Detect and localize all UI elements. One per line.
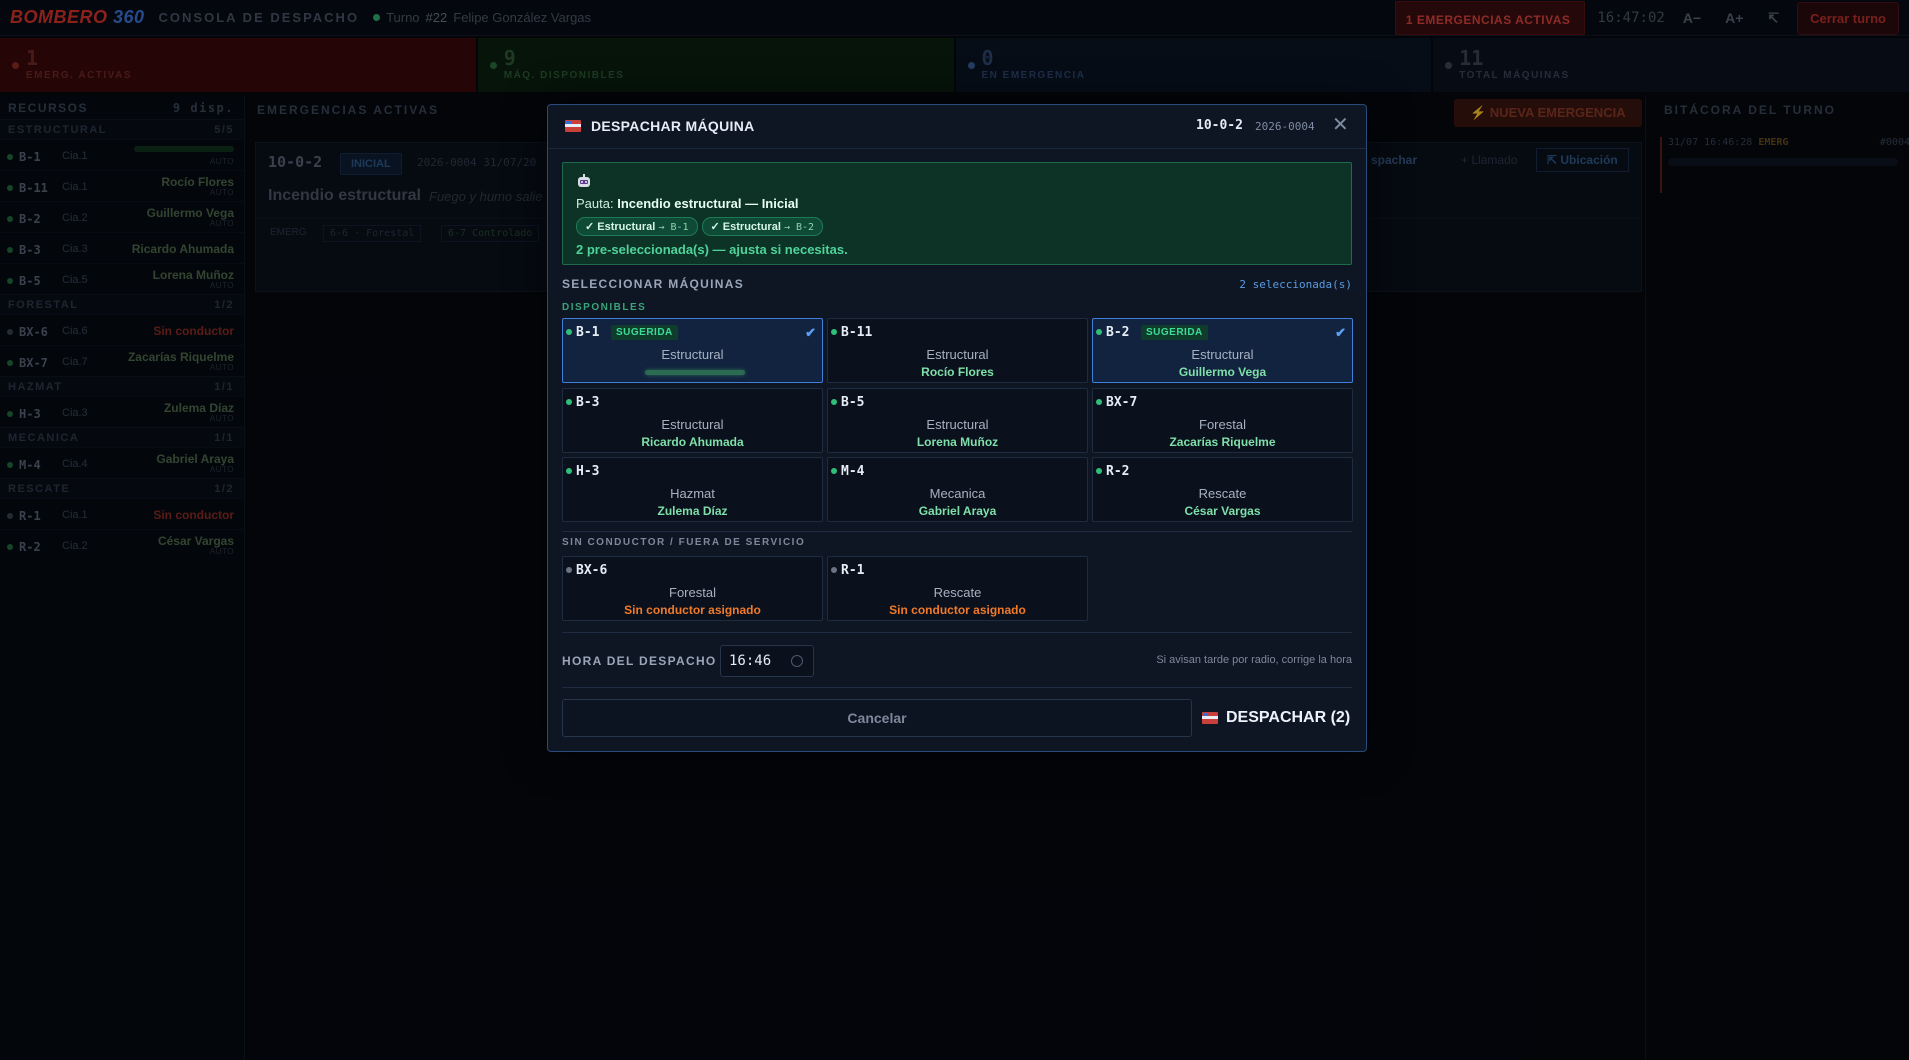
machine-card[interactable]: R-2 Rescate César Vargas [1092, 457, 1353, 522]
dispatch-modal: DESPACHAR MÁQUINA 10-0-2 2026-0004 ✕ Pau… [547, 104, 1367, 752]
fire-truck-icon [1202, 712, 1218, 724]
cancel-button[interactable]: Cancelar [562, 699, 1192, 737]
dispatch-submit-button[interactable]: DESPACHAR (2) [1202, 699, 1354, 737]
modal-emergency-code: 10-0-2 [1196, 118, 1243, 133]
check-icon: ✔ [805, 325, 816, 340]
machine-card[interactable]: H-3 Hazmat Zulema Díaz [562, 457, 823, 522]
machine-card-unavailable: R-1 Rescate Sin conductor asignado [827, 556, 1088, 621]
protocol-line: Pauta: Incendio estructural — Inicial [576, 196, 799, 211]
suggested-badge: SUGERIDA [1141, 325, 1208, 340]
modal-title: DESPACHAR MÁQUINA [591, 118, 755, 134]
divider [562, 531, 1352, 532]
machine-card[interactable]: B-2 SUGERIDA ✔ Estructural Guillermo Vega [1092, 318, 1353, 383]
clock-icon[interactable] [791, 655, 803, 667]
dispatch-time-input[interactable]: 16:46 [720, 645, 814, 677]
selected-count: 2 seleccionada(s) [1239, 278, 1352, 291]
robot-icon [578, 174, 590, 187]
check-icon: ✔ [1335, 325, 1346, 340]
modal-folio: 2026-0004 [1255, 120, 1315, 133]
protocol-chip: ✓ Estructural → B-2 [701, 217, 824, 236]
machine-card[interactable]: B-3 Estructural Ricardo Ahumada [562, 388, 823, 453]
divider [562, 632, 1352, 633]
divider [562, 687, 1352, 688]
preselection-note: 2 pre-seleccionada(s) — ajusta si necesi… [576, 242, 848, 257]
close-icon[interactable]: ✕ [1332, 115, 1349, 135]
protocol-chips: ✓ Estructural → B-1 ✓ Estructural → B-2 [576, 217, 824, 236]
machine-card[interactable]: B-11 Estructural Rocío Flores [827, 318, 1088, 383]
select-machines-heading: SELECCIONAR MÁQUINAS [562, 277, 745, 291]
machine-card[interactable]: B-5 Estructural Lorena Muñoz [827, 388, 1088, 453]
unavailable-heading: SIN CONDUCTOR / FUERA DE SERVICIO [562, 537, 806, 548]
dispatch-time-label: HORA DEL DESPACHO [562, 654, 717, 668]
machine-card[interactable]: B-1 SUGERIDA ✔ Estructural [562, 318, 823, 383]
redacted-driver [645, 370, 745, 375]
suggested-badge: SUGERIDA [611, 325, 678, 340]
machine-card[interactable]: BX-7 Forestal Zacarías Riquelme [1092, 388, 1353, 453]
dispatch-time-hint: Si avisan tarde por radio, corrige la ho… [1156, 654, 1352, 666]
fire-truck-icon [565, 120, 581, 132]
available-heading: DISPONIBLES [562, 302, 647, 313]
protocol-chip: ✓ Estructural → B-1 [576, 217, 698, 236]
machine-card[interactable]: M-4 Mecanica Gabriel Araya [827, 457, 1088, 522]
modal-header: DESPACHAR MÁQUINA 10-0-2 2026-0004 ✕ [548, 105, 1366, 149]
protocol-box: Pauta: Incendio estructural — Inicial ✓ … [562, 162, 1352, 265]
machine-card-unavailable: BX-6 Forestal Sin conductor asignado [562, 556, 823, 621]
